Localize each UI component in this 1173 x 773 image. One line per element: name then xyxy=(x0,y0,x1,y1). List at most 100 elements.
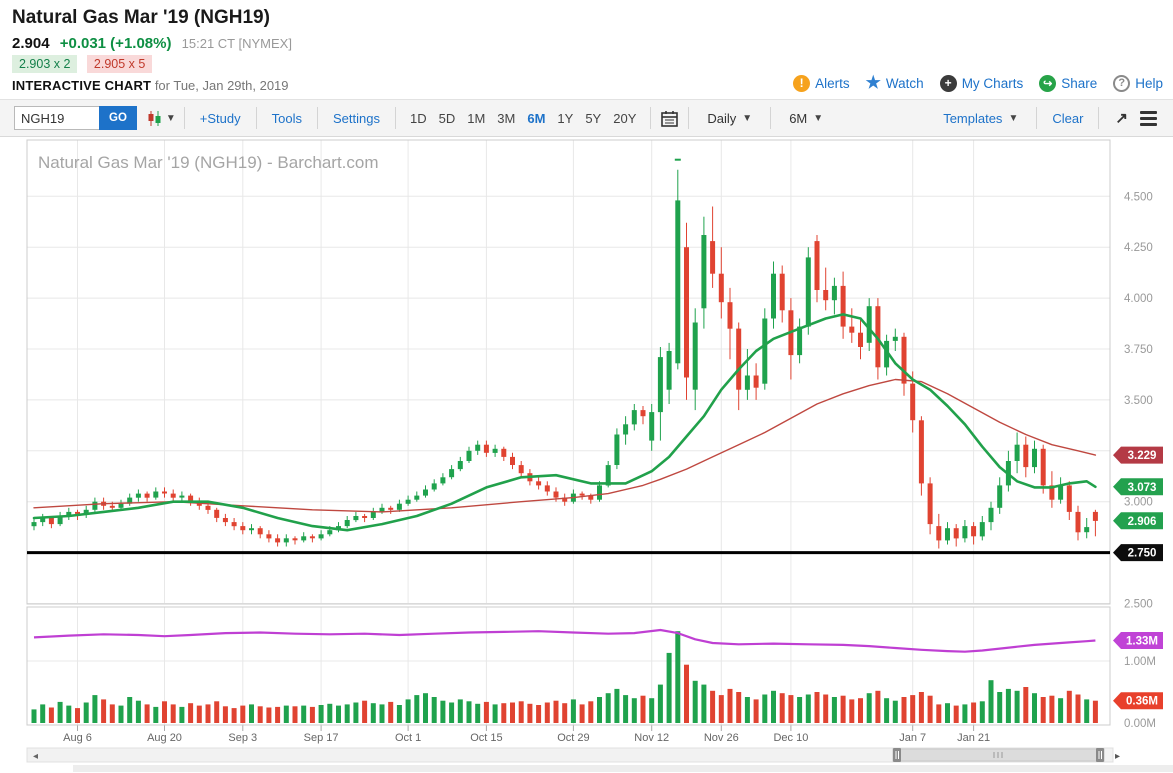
chart-canvas[interactable]: Aug 6Aug 20Sep 3Sep 17Oct 1Oct 15Oct 29N… xyxy=(0,0,1173,773)
candle xyxy=(319,534,324,538)
candle xyxy=(902,337,907,384)
candle xyxy=(458,461,463,469)
volume-bar xyxy=(284,706,289,723)
volume-bar xyxy=(1093,701,1098,723)
candle xyxy=(1084,527,1089,532)
volume-bar xyxy=(667,653,672,723)
volume-bar xyxy=(423,693,428,723)
ma-slow-line xyxy=(34,380,1095,512)
candle xyxy=(153,492,158,498)
volume-bar xyxy=(919,692,924,723)
price-axis-label: 4.250 xyxy=(1124,242,1153,254)
candle xyxy=(658,357,663,412)
candle xyxy=(249,528,254,530)
volume-bar xyxy=(92,695,97,723)
volume-bar xyxy=(554,701,559,723)
candle xyxy=(388,508,393,510)
volume-bar xyxy=(719,695,724,723)
candle xyxy=(989,508,994,522)
volume-bar xyxy=(440,701,445,723)
volume-bar xyxy=(658,685,663,723)
volume-bar xyxy=(745,697,750,723)
candle xyxy=(1058,485,1063,499)
volume-bar xyxy=(188,703,193,723)
volume-bar xyxy=(884,698,889,723)
candle xyxy=(493,449,498,453)
volume-bar xyxy=(66,706,71,723)
volume-bar xyxy=(240,706,245,723)
volume-bar xyxy=(371,703,376,723)
candle xyxy=(623,424,628,434)
volume-bar xyxy=(214,701,219,723)
volume-bar xyxy=(1006,689,1011,723)
candle xyxy=(745,376,750,390)
volume-bar xyxy=(458,699,463,723)
volume-bar xyxy=(754,699,759,723)
x-axis-label: Sep 17 xyxy=(304,732,339,744)
price-badge-text: 3.229 xyxy=(1128,450,1157,462)
candle xyxy=(536,481,541,485)
candle xyxy=(719,274,724,303)
candle xyxy=(345,520,350,526)
scrollbar-handle-right[interactable] xyxy=(1096,748,1104,762)
volume-bar xyxy=(171,704,176,723)
browser-scrollbar[interactable] xyxy=(73,765,1173,772)
volume-bar xyxy=(954,706,959,723)
volume-bar xyxy=(1041,697,1046,723)
volume-bar xyxy=(1084,699,1089,723)
volume-bar xyxy=(353,703,358,724)
candle xyxy=(580,494,585,496)
volume-bar xyxy=(858,698,863,723)
volume-bar xyxy=(675,631,680,723)
volume-bar xyxy=(153,707,158,723)
scroll-left-arrow-icon[interactable]: ◂ xyxy=(33,751,38,762)
candle xyxy=(919,420,924,483)
candle xyxy=(136,494,141,498)
volume-bar xyxy=(301,706,306,723)
volume-bar xyxy=(388,702,393,723)
volume-bar xyxy=(127,697,132,723)
candle xyxy=(554,492,559,498)
volume-bar xyxy=(989,680,994,723)
volume-bar xyxy=(527,704,532,723)
volume-bar xyxy=(536,705,541,723)
x-axis-label: Sep 3 xyxy=(228,732,257,744)
candle xyxy=(1067,485,1072,512)
candle xyxy=(710,241,715,274)
volume-bar xyxy=(841,696,846,723)
volume-bar xyxy=(258,706,263,723)
x-axis-label: Jan 7 xyxy=(899,732,926,744)
open-interest-line xyxy=(34,630,1095,652)
volume-bar xyxy=(119,706,124,723)
volume-bar xyxy=(58,702,63,723)
volume-bar xyxy=(232,708,237,723)
volume-bar xyxy=(414,695,419,723)
volume-bar xyxy=(1067,691,1072,723)
volume-bar xyxy=(823,695,828,724)
candle xyxy=(928,483,933,524)
scrollbar-handle-left[interactable] xyxy=(893,748,901,762)
candle xyxy=(910,384,915,421)
scroll-right-arrow-icon[interactable]: ▸ xyxy=(1115,751,1120,762)
volume-bar xyxy=(832,697,837,723)
volume-bar xyxy=(588,701,593,723)
price-axis-label: 3.000 xyxy=(1124,497,1153,509)
candle xyxy=(519,465,524,473)
candles-layer xyxy=(32,170,1098,549)
candle xyxy=(1093,512,1098,521)
candle xyxy=(997,485,1002,507)
candle xyxy=(849,327,854,333)
candle xyxy=(1023,445,1028,467)
volume-axis-label: 0.00M xyxy=(1124,718,1156,730)
volume-bar xyxy=(110,704,115,723)
volume-bar xyxy=(179,707,184,723)
candle xyxy=(284,538,289,542)
volume-badge-text: 1.33M xyxy=(1126,636,1158,648)
price-axis-label: 2.500 xyxy=(1124,599,1153,611)
candle xyxy=(962,526,967,538)
volume-bar xyxy=(40,704,45,723)
candle xyxy=(945,528,950,540)
candle xyxy=(649,412,654,441)
candle xyxy=(797,327,802,356)
candle xyxy=(171,494,176,498)
